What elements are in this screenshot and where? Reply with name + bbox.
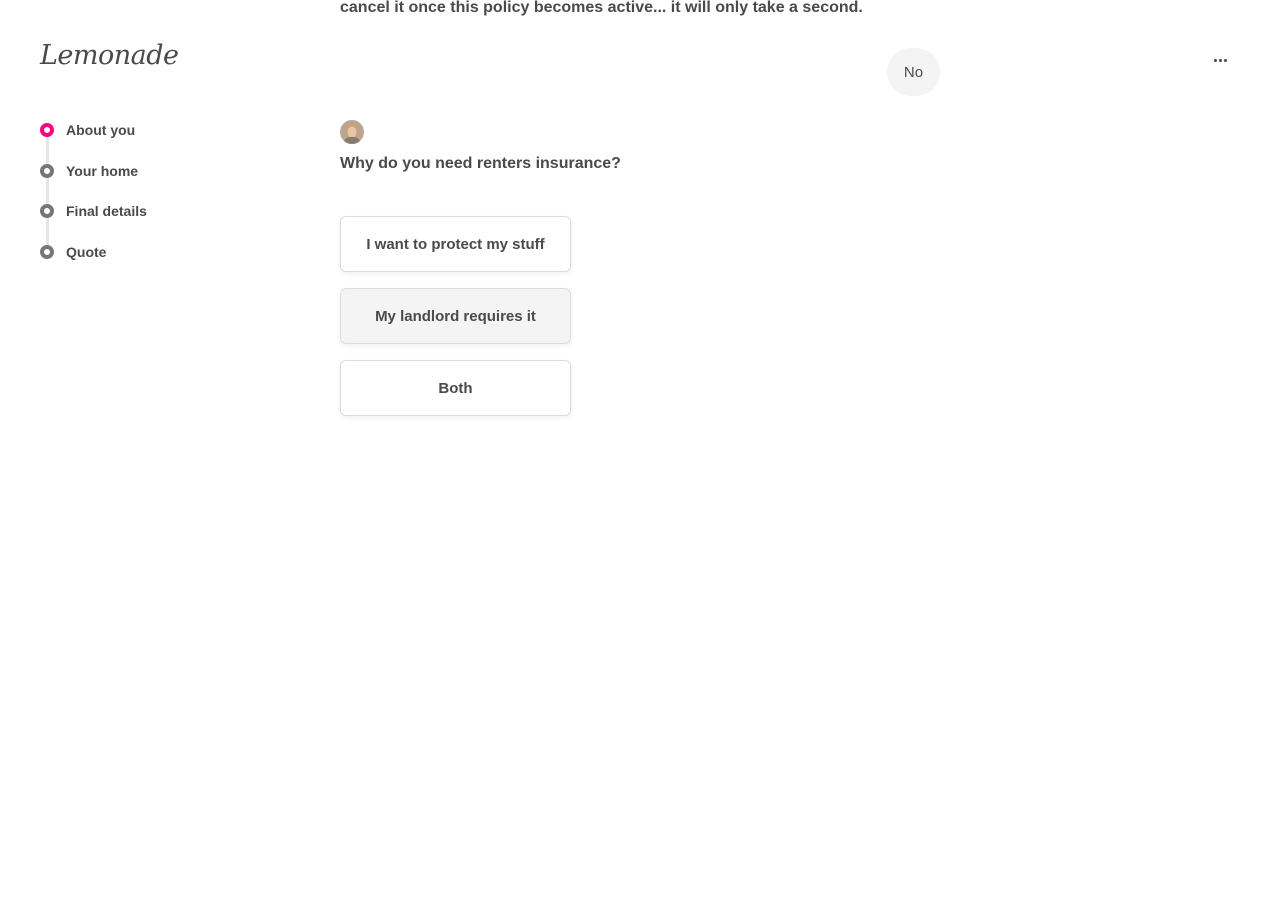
step-label: About you xyxy=(66,122,136,138)
step-final-details: Final details xyxy=(40,199,240,240)
option-label: My landlord requires it xyxy=(375,307,536,325)
step-quote: Quote xyxy=(40,240,240,281)
step-label: Your home xyxy=(66,162,139,179)
option-label: I want to protect my stuff xyxy=(366,235,545,253)
avatar-image xyxy=(340,120,364,144)
more-options-icon[interactable] xyxy=(1206,50,1234,70)
option-landlord-requires-button[interactable]: My landlord requires it xyxy=(340,288,571,344)
user-reply-bubble: No xyxy=(887,48,940,96)
step-label: Final details xyxy=(66,203,147,219)
step-marker xyxy=(40,244,54,259)
step-label: Quote xyxy=(66,243,107,260)
lemonade-logo[interactable]: Lemonade xyxy=(40,40,179,71)
page: Lemonade About you Your home Final detai… xyxy=(0,0,1280,900)
bot-avatar xyxy=(340,120,364,144)
option-both-button[interactable]: Both xyxy=(340,360,571,416)
dot xyxy=(1218,58,1222,62)
step-marker xyxy=(40,163,54,178)
dot xyxy=(1223,58,1227,62)
user-reply-text: No xyxy=(903,63,924,81)
bot-question: Why do you need renters insurance? xyxy=(340,155,621,172)
step-marker-active xyxy=(40,123,54,137)
progress-steps: About you Your home Final details Quote xyxy=(40,118,240,280)
option-protect-stuff-button[interactable]: I want to protect my stuff xyxy=(340,216,571,272)
option-label: Both xyxy=(438,379,473,397)
previous-bot-message: cancel it once this policy becomes activ… xyxy=(340,0,863,16)
dot xyxy=(1213,58,1217,62)
step-your-home: Your home xyxy=(40,159,240,200)
step-about-you: About you xyxy=(40,118,240,159)
step-marker xyxy=(40,204,54,218)
